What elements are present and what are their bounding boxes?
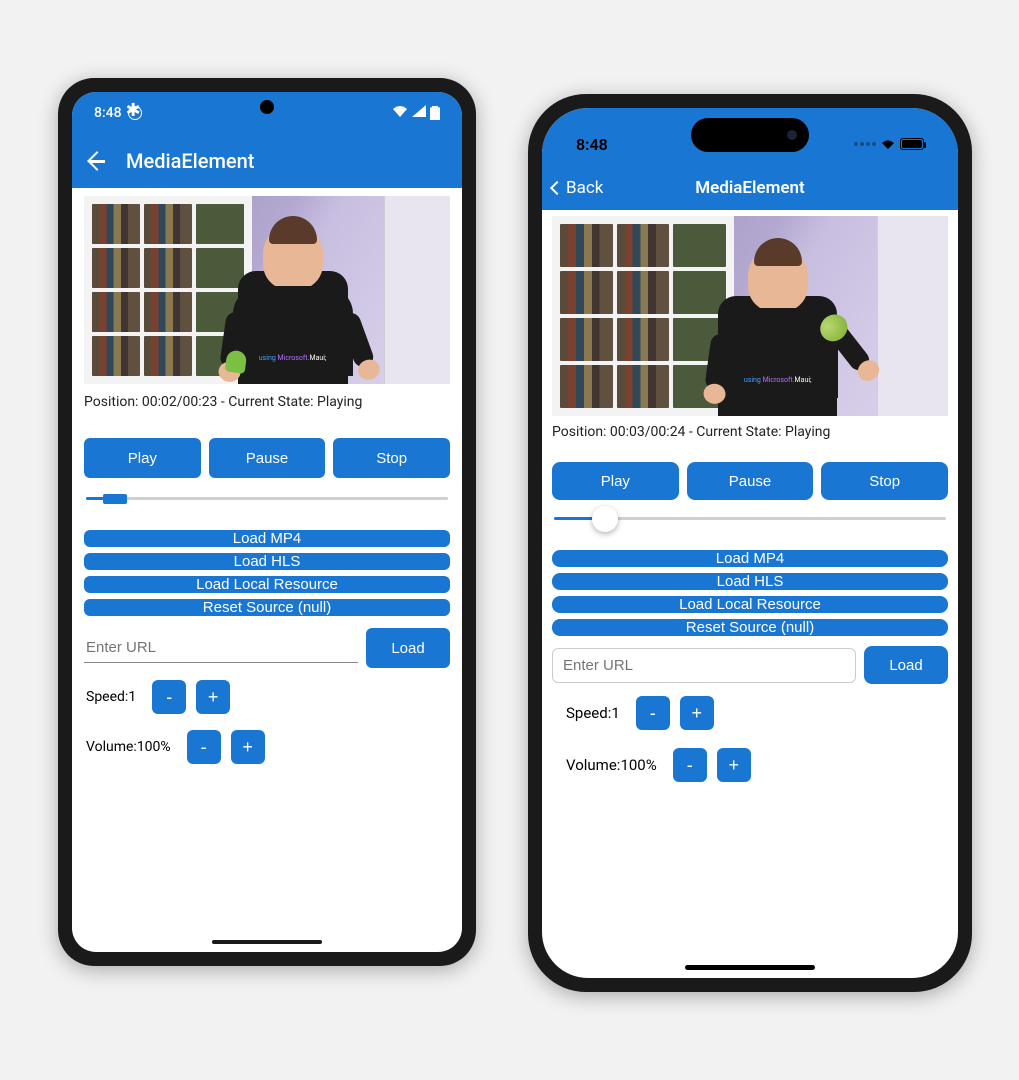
stop-button[interactable]: Stop: [333, 438, 450, 478]
volume-plus-button[interactable]: +: [717, 748, 751, 782]
ios-screen: 8:48 Back MediaElement: [542, 108, 958, 978]
gear-icon: [128, 106, 142, 120]
ios-device-frame: 8:48 Back MediaElement: [528, 94, 972, 992]
android-nav-bar: MediaElement: [72, 134, 462, 188]
page-title: MediaElement: [126, 149, 254, 173]
load-url-button[interactable]: Load: [864, 646, 948, 684]
load-local-button[interactable]: Load Local Resource: [552, 596, 948, 613]
ios-home-indicator[interactable]: [685, 965, 815, 970]
back-arrow-icon[interactable]: [86, 151, 106, 171]
play-button[interactable]: Play: [552, 462, 679, 500]
volume-plus-button[interactable]: +: [231, 730, 265, 764]
camera-hole: [260, 100, 274, 114]
speed-label: Speed:1: [86, 689, 136, 705]
ios-nav-bar: Back MediaElement: [542, 166, 958, 210]
pause-button[interactable]: Pause: [209, 438, 326, 478]
seek-slider[interactable]: [84, 488, 450, 508]
load-hls-button[interactable]: Load HLS: [552, 573, 948, 590]
page-title: MediaElement: [695, 178, 804, 198]
pause-button[interactable]: Pause: [687, 462, 814, 500]
seek-slider[interactable]: [552, 508, 948, 528]
load-url-button[interactable]: Load: [366, 628, 450, 668]
volume-minus-button[interactable]: -: [187, 730, 221, 764]
volume-label: Volume:100%: [86, 739, 171, 755]
position-label: Position: 00:02/00:23 - Current State: P…: [84, 392, 450, 412]
video-player[interactable]: using Microsoft.Maui;: [84, 196, 450, 384]
signal-icon: [412, 105, 426, 121]
wifi-icon: [880, 135, 896, 154]
url-input[interactable]: [84, 633, 358, 663]
load-mp4-button[interactable]: Load MP4: [84, 530, 450, 547]
battery-icon: [430, 106, 440, 120]
speed-plus-button[interactable]: +: [680, 696, 714, 730]
load-local-button[interactable]: Load Local Resource: [84, 576, 450, 593]
status-time: 8:48: [94, 105, 122, 121]
back-button[interactable]: Back: [552, 178, 603, 198]
reset-source-button[interactable]: Reset Source (null): [84, 599, 450, 616]
wifi-icon: [392, 105, 408, 121]
seek-thumb[interactable]: [103, 494, 127, 504]
play-button[interactable]: Play: [84, 438, 201, 478]
speed-minus-button[interactable]: -: [152, 680, 186, 714]
volume-label: Volume:100%: [566, 756, 657, 774]
speed-minus-button[interactable]: -: [636, 696, 670, 730]
volume-minus-button[interactable]: -: [673, 748, 707, 782]
video-player[interactable]: using Microsoft.Maui;: [552, 216, 948, 416]
android-device-frame: 8:48 MediaElement: [58, 78, 476, 966]
stop-button[interactable]: Stop: [821, 462, 948, 500]
url-input[interactable]: [552, 648, 856, 683]
seek-thumb[interactable]: [592, 506, 618, 532]
speed-plus-button[interactable]: +: [196, 680, 230, 714]
cellular-icon: [854, 142, 876, 146]
status-time: 8:48: [576, 135, 608, 154]
battery-icon: [900, 138, 924, 150]
reset-source-button[interactable]: Reset Source (null): [552, 619, 948, 636]
position-label: Position: 00:03/00:24 - Current State: P…: [552, 422, 948, 442]
speed-label: Speed:1: [566, 704, 620, 722]
load-mp4-button[interactable]: Load MP4: [552, 550, 948, 567]
dynamic-island: [691, 118, 809, 152]
android-screen: 8:48 MediaElement: [72, 92, 462, 952]
load-hls-button[interactable]: Load HLS: [84, 553, 450, 570]
chevron-left-icon: [550, 181, 564, 195]
android-home-indicator[interactable]: [212, 940, 322, 944]
